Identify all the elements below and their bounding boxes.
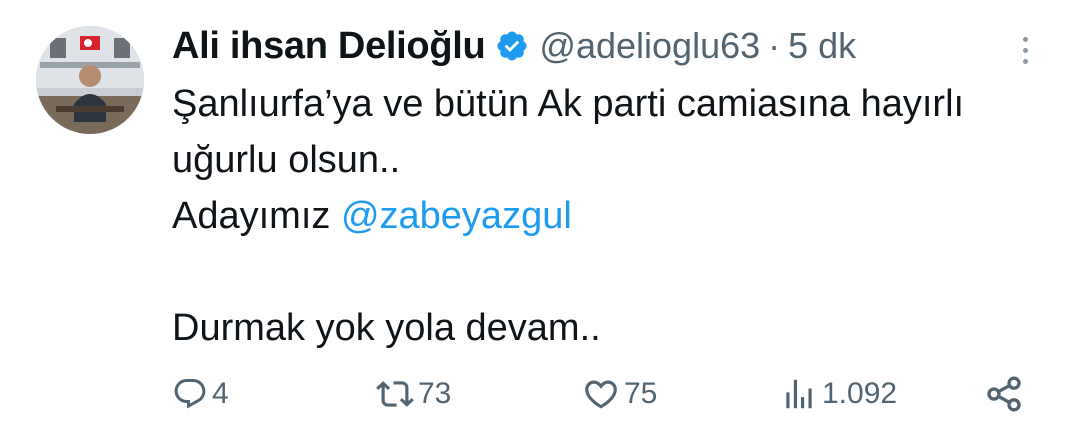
retweet-button[interactable]: 73	[376, 370, 451, 418]
views-icon	[780, 375, 818, 413]
reply-count: 4	[212, 377, 229, 410]
author-avatar[interactable]	[36, 26, 144, 134]
retweet-icon	[376, 375, 414, 413]
header-separator: ·	[768, 25, 781, 66]
views-button[interactable]: 1.092	[780, 370, 897, 418]
like-button[interactable]: 75	[582, 370, 657, 418]
tweet-line: uğurlu olsun..	[172, 139, 401, 181]
tweet-line: Adayımız @zabeyazgul	[172, 188, 1052, 244]
reply-icon	[172, 376, 208, 412]
avatar-photo	[36, 26, 144, 134]
more-options-icon[interactable]	[1010, 30, 1040, 70]
reply-button[interactable]: 4	[172, 370, 229, 418]
verified-badge-icon	[495, 29, 529, 63]
mention-link[interactable]: @zabeyazgul	[341, 195, 572, 237]
retweet-count: 73	[418, 377, 452, 410]
share-icon	[984, 374, 1024, 414]
tweet-header: Ali ihsan Delioğlu @adelioglu63 · 5 dk	[172, 20, 856, 72]
author-handle[interactable]: @adelioglu63	[539, 25, 760, 67]
share-button[interactable]	[984, 370, 1024, 418]
heart-icon	[582, 375, 620, 413]
views-count: 1.092	[822, 377, 898, 410]
mention-prefix: Adayımız	[172, 195, 341, 237]
tweet-timestamp[interactable]: 5 dk	[788, 25, 856, 67]
action-bar: 4 73 75 1.092	[0, 370, 1080, 418]
like-count: 75	[624, 377, 658, 410]
tweet-line: Durmak yok yola devam..	[172, 307, 601, 349]
tweet-text: Şanlıurfa’ya ve bütün Ak parti camiasına…	[172, 76, 1052, 356]
author-name[interactable]: Ali ihsan Delioğlu	[172, 25, 486, 68]
tweet-line: Şanlıurfa’ya ve bütün Ak parti camiasına…	[172, 83, 965, 125]
tweet-card[interactable]: Ali ihsan Delioğlu @adelioglu63 · 5 dk Ş…	[0, 0, 1080, 439]
